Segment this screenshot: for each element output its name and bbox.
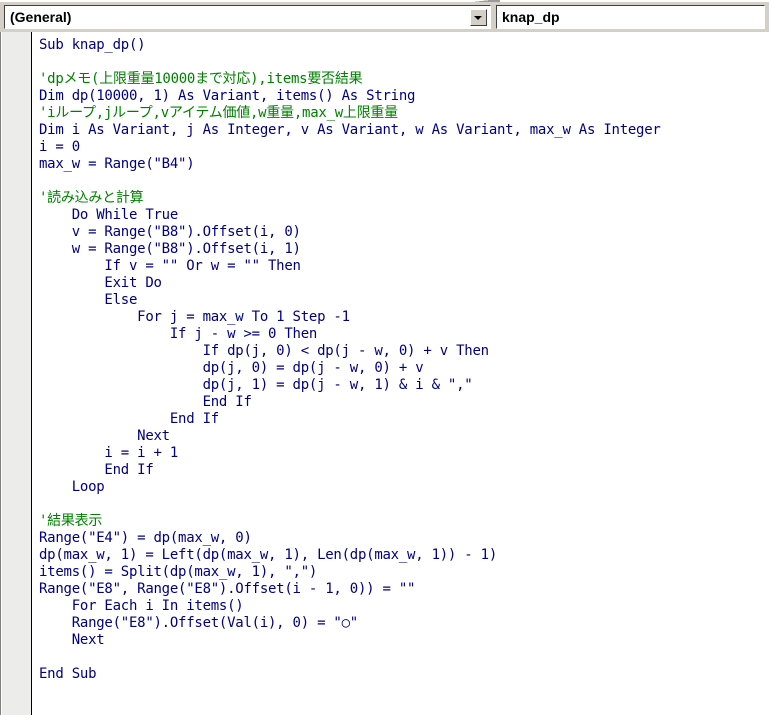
code-line: End If: [39, 411, 219, 427]
code-line: End If: [39, 462, 154, 478]
code-line: dp(max_w, 1) = Left(dp(max_w, 1), Len(dp…: [39, 547, 498, 563]
code-line: Range("E8").Offset(Val(i), 0) = "○": [39, 615, 359, 631]
code-line: items() = Split(dp(max_w, 1), ","): [39, 564, 318, 580]
procedure-combo-box[interactable]: knap_dp: [496, 5, 765, 29]
code-line: Next: [39, 632, 105, 648]
code-line: End If: [39, 394, 252, 410]
procedure-combo-value: knap_dp: [502, 9, 560, 25]
chevron-down-icon[interactable]: [470, 9, 487, 26]
code-line: Exit Do: [39, 275, 162, 291]
code-line: 'iループ,jループ,vアイテム価値,w重量,max_w上限重量: [39, 105, 398, 121]
code-window-toolbar: (General) knap_dp: [0, 2, 769, 32]
object-combo-box[interactable]: (General): [4, 5, 491, 29]
code-line: Dim i As Variant, j As Integer, v As Var…: [39, 122, 661, 138]
code-line: '結果表示: [39, 513, 103, 529]
code-line: 'dpメモ(上限重量10000まで対応),items要否結果: [39, 71, 363, 87]
code-line: dp(j, 0) = dp(j - w, 0) + v: [39, 360, 424, 376]
vba-code-window: (General) knap_dp Sub knap_dp() 'dpメモ(上限…: [0, 0, 769, 715]
code-line: Range("E4") = dp(max_w, 0): [39, 530, 252, 546]
code-line: Loop: [39, 479, 105, 495]
code-line: For j = max_w To 1 Step -1: [39, 309, 350, 325]
code-editor-pane[interactable]: Sub knap_dp() 'dpメモ(上限重量10000まで対応),items…: [0, 32, 769, 715]
code-line: End Sub: [39, 666, 97, 682]
code-line: For Each i In items(): [39, 598, 244, 614]
code-line: If j - w >= 0 Then: [39, 326, 318, 342]
code-line: Sub knap_dp(): [39, 37, 146, 53]
code-line: If dp(j, 0) < dp(j - w, 0) + v Then: [39, 343, 490, 359]
code-text-area[interactable]: Sub knap_dp() 'dpメモ(上限重量10000まで対応),items…: [39, 37, 769, 715]
code-line: dp(j, 1) = dp(j - w, 1) & i & ",": [39, 377, 473, 393]
code-line: i = i + 1: [39, 445, 179, 461]
code-line: i = 0: [39, 139, 80, 155]
code-line: v = Range("B8").Offset(i, 0): [39, 224, 301, 240]
code-line: Next: [39, 428, 170, 444]
code-line: Dim dp(10000, 1) As Variant, items() As …: [39, 88, 416, 104]
code-line: Do While True: [39, 207, 179, 223]
margin-indicator-bar[interactable]: [2, 32, 32, 715]
object-combo-value: (General): [10, 9, 72, 25]
code-line: If v = "" Or w = "" Then: [39, 258, 301, 274]
code-line: '読み込みと計算: [39, 190, 144, 206]
code-line: w = Range("B8").Offset(i, 1): [39, 241, 301, 257]
code-line: Range("E8", Range("E8").Offset(i - 1, 0)…: [39, 581, 416, 597]
code-line: Else: [39, 292, 138, 308]
code-line: max_w = Range("B4"): [39, 156, 195, 172]
